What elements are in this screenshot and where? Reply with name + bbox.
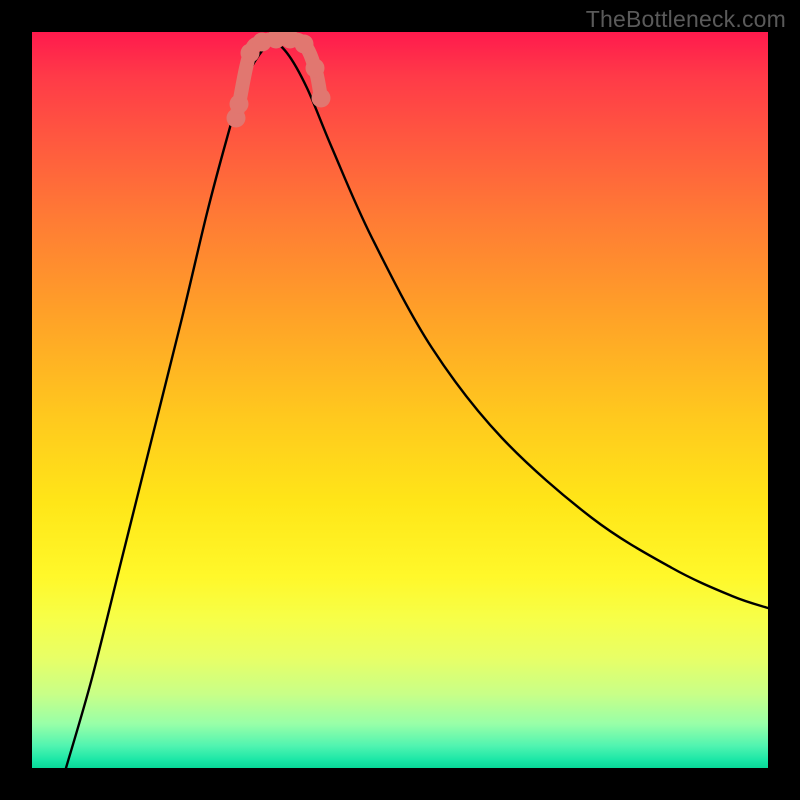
curve-layer bbox=[32, 32, 768, 768]
main-curve bbox=[66, 43, 768, 768]
bead-marker bbox=[312, 89, 331, 108]
bead-marker bbox=[230, 95, 249, 114]
bead-markers bbox=[227, 32, 331, 128]
watermark-text: TheBottleneck.com bbox=[586, 6, 786, 33]
bead-marker bbox=[295, 35, 314, 54]
bead-marker bbox=[306, 59, 325, 78]
chart-frame: TheBottleneck.com bbox=[0, 0, 800, 800]
plot-area bbox=[32, 32, 768, 768]
